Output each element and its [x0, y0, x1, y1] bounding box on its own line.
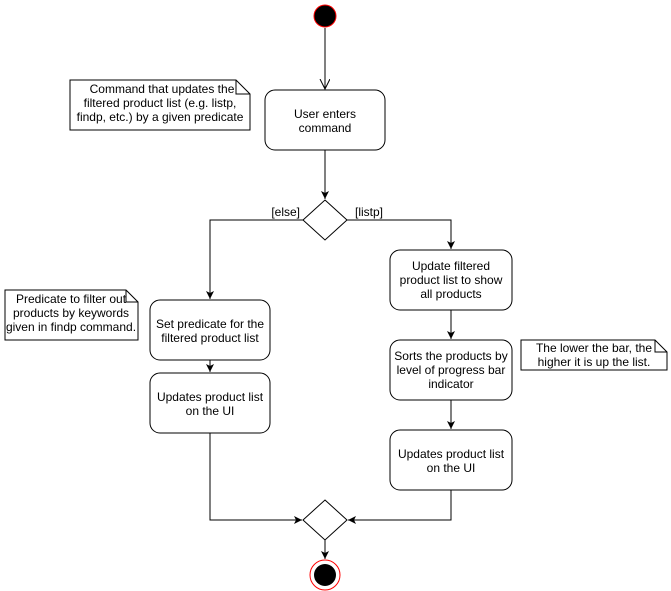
action-set-predicate: Set predicate for the filtered product li… [149, 299, 271, 361]
initial-node [313, 4, 337, 28]
svg-text:Command that updates thefilter: Command that updates the filtered product… [77, 82, 244, 124]
svg-text:Predicate to filter outproduct: Predicate to filter out products by keywo… [6, 292, 136, 334]
svg-text:Set predicate for thefiltered: Set predicate for the filtered product li… [156, 317, 264, 345]
edge-listp [347, 219, 455, 249]
note-lower-bar: The lower the bar, the higher it is up th… [520, 339, 668, 371]
activity-diagram: [else] [listp] User enters command Set pr… [4, 4, 668, 591]
edge-left-to-merge [209, 433, 302, 524]
action-sorts-products: Sorts the products by level of progress b… [389, 339, 513, 401]
edge-right-to-merge [348, 490, 452, 524]
decision-node [302, 199, 348, 241]
final-node [309, 559, 341, 591]
action-updates-product-list-right: Updates product list on the UI [389, 429, 513, 491]
guard-listp: [listp] [355, 205, 383, 219]
edge-else [206, 219, 303, 299]
svg-text:User enterscommand: User enters command [294, 107, 356, 135]
action-user-enters-command: User enters command [264, 89, 386, 151]
note-command: Command that updates the filtered product… [69, 79, 251, 131]
action-update-filtered-list: Update filtered product list to show all p… [389, 249, 513, 311]
merge-node [302, 499, 348, 541]
svg-text:The lower the bar, thehigher i: The lower the bar, the higher it is up th… [536, 341, 652, 369]
guard-else: [else] [271, 205, 300, 219]
action-updates-product-list-left: Updates product list on the UI [149, 372, 271, 434]
note-predicate: Predicate to filter out products by keywo… [4, 289, 139, 341]
